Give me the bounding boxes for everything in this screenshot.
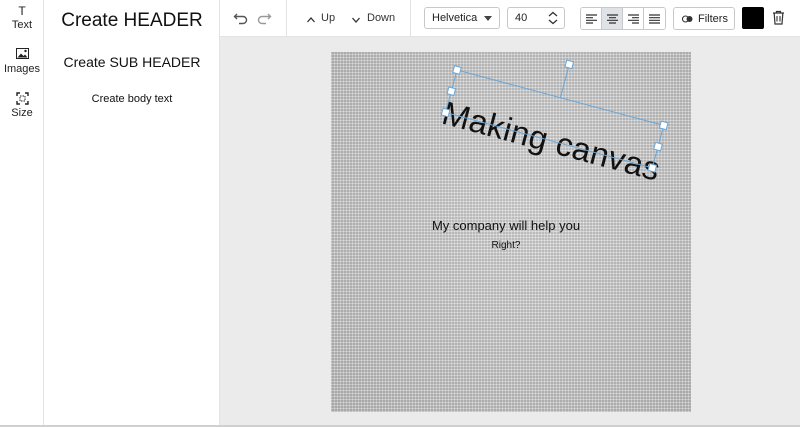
sidebar-item-label: Text [11,19,33,31]
chevron-down-icon [484,16,492,21]
create-subheader-option[interactable]: Create SUB HEADER [44,54,220,70]
align-justify-button[interactable] [644,8,665,29]
arrow-down-icon[interactable] [351,12,363,24]
resize-handle [452,65,462,75]
sidebar-item-label: Images [3,63,41,75]
font-family-select[interactable]: Helvetica [424,7,500,29]
font-family-value: Helvetica [432,12,478,24]
toolbar-divider [286,0,287,37]
filters-button[interactable]: Filters [673,7,735,30]
create-header-option[interactable]: Create HEADER [44,10,220,32]
sidebar-item-size[interactable]: Size [0,92,44,119]
sidebar-item-label: Size [11,107,33,119]
undo-icon[interactable] [233,10,251,28]
workspace-area: Making canvas My company will help you R… [220,37,800,425]
arrow-up-icon[interactable] [306,12,318,24]
canvas-body-text[interactable]: My company will help you [331,218,681,233]
canvas-caption-text[interactable]: Right? [331,240,681,251]
resize-icon [0,92,44,106]
align-right-button[interactable] [623,8,644,29]
filters-icon [682,15,693,23]
redo-icon[interactable] [256,10,274,28]
text-color-swatch[interactable] [742,7,764,29]
trash-icon[interactable] [772,10,788,28]
font-size-stepper[interactable] [543,8,563,28]
toolbar-divider [410,0,411,37]
align-center-button[interactable] [602,8,623,29]
rotate-handle [564,59,575,70]
design-canvas[interactable]: Making canvas My company will help you R… [331,52,691,412]
align-right-icon [627,13,639,24]
image-icon [0,48,44,62]
filters-label: Filters [698,13,728,25]
bring-up-button[interactable]: Up [321,12,335,24]
tool-sidebar: T Text Images Size [0,0,44,427]
align-center-icon [606,13,618,24]
send-down-button[interactable]: Down [367,12,395,24]
align-justify-icon [648,13,660,24]
text-options-panel: Create HEADER Create SUB HEADER Create b… [44,0,220,427]
text-icon: T [18,4,26,18]
resize-handle [658,120,669,131]
text-align-group [580,7,666,30]
editor-toolbar: Up Down Helvetica Filters [220,0,800,37]
sidebar-item-text[interactable]: T Text [0,4,44,31]
sidebar-item-images[interactable]: Images [0,48,44,75]
create-body-option[interactable]: Create body text [44,93,220,105]
canvas-title-text[interactable]: Making canvas [438,94,664,189]
align-left-icon [585,13,597,24]
align-left-button[interactable] [581,8,602,29]
